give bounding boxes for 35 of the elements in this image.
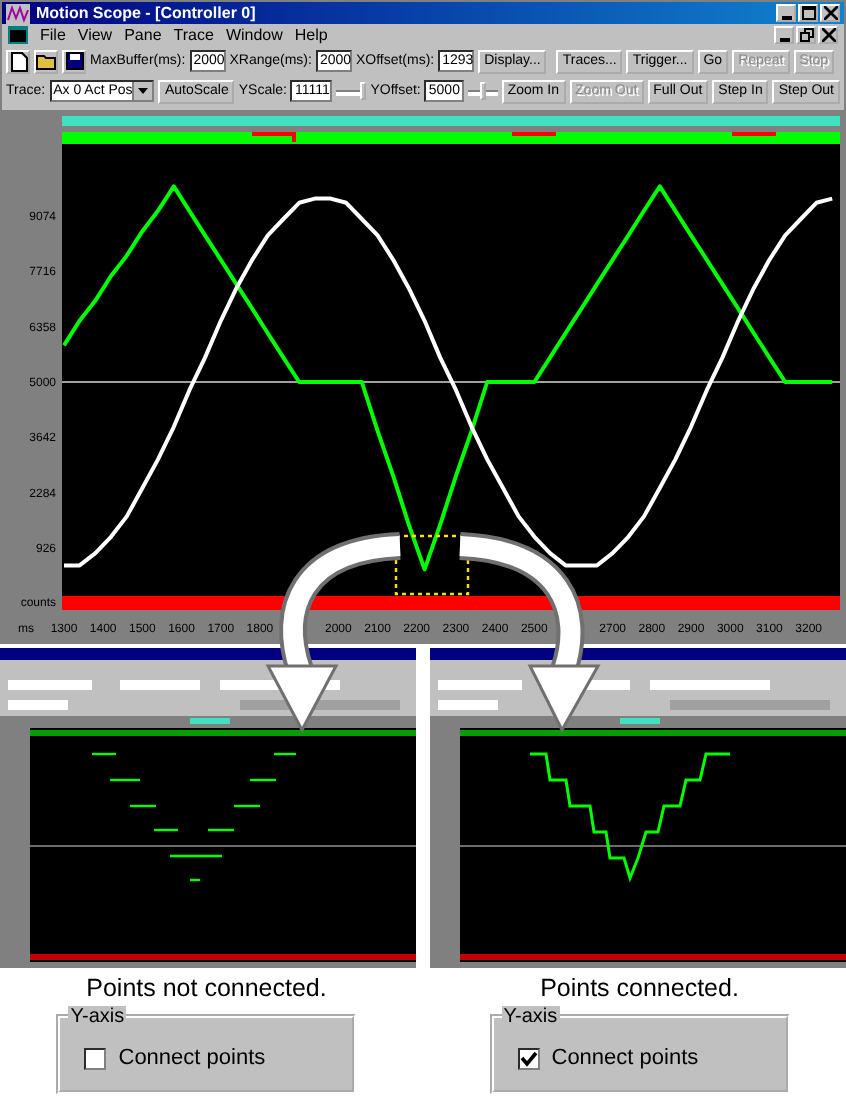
caption: Points connected.: [540, 974, 739, 1002]
page-icon: [9, 51, 27, 71]
open-folder-button[interactable]: [34, 49, 58, 73]
checkbox[interactable]: [517, 1047, 540, 1069]
checkbox[interactable]: [84, 1047, 107, 1069]
close-button[interactable]: [818, 26, 838, 44]
checkbox-label[interactable]: Connect points: [551, 1046, 699, 1070]
restore-button[interactable]: [796, 26, 816, 44]
caret-icon: [138, 88, 149, 94]
menu-item[interactable]: Trace: [173, 26, 214, 44]
menu-item[interactable]: Help: [294, 26, 328, 44]
caption: Points not connected.: [86, 974, 327, 1002]
close-icon: [821, 28, 835, 42]
slider[interactable]: [467, 81, 498, 101]
minimize-button[interactable]: [776, 4, 796, 22]
close-icon: [823, 6, 837, 20]
close-button[interactable]: [820, 4, 840, 22]
minimize-button[interactable]: [774, 26, 794, 44]
save-button[interactable]: [62, 49, 86, 73]
restore-icon: [799, 28, 813, 42]
selection-box: [394, 534, 470, 596]
maximize-button[interactable]: [798, 4, 818, 22]
folder-icon: [36, 52, 56, 70]
menu-item[interactable]: Pane: [124, 26, 162, 44]
document-icon: [8, 26, 28, 44]
window-title: Motion Scope - [Controller 0]: [36, 4, 256, 22]
menu-item[interactable]: Window: [225, 26, 283, 44]
maximize-icon: [801, 6, 815, 20]
menu-item[interactable]: View: [77, 26, 113, 44]
new-file-button[interactable]: [6, 49, 30, 73]
menu-item[interactable]: File: [40, 26, 66, 44]
slider[interactable]: [335, 81, 367, 101]
group-title: Y-axis: [501, 1006, 560, 1028]
checkbox-label[interactable]: Connect points: [118, 1046, 266, 1070]
group-title: Y-axis: [68, 1006, 127, 1028]
